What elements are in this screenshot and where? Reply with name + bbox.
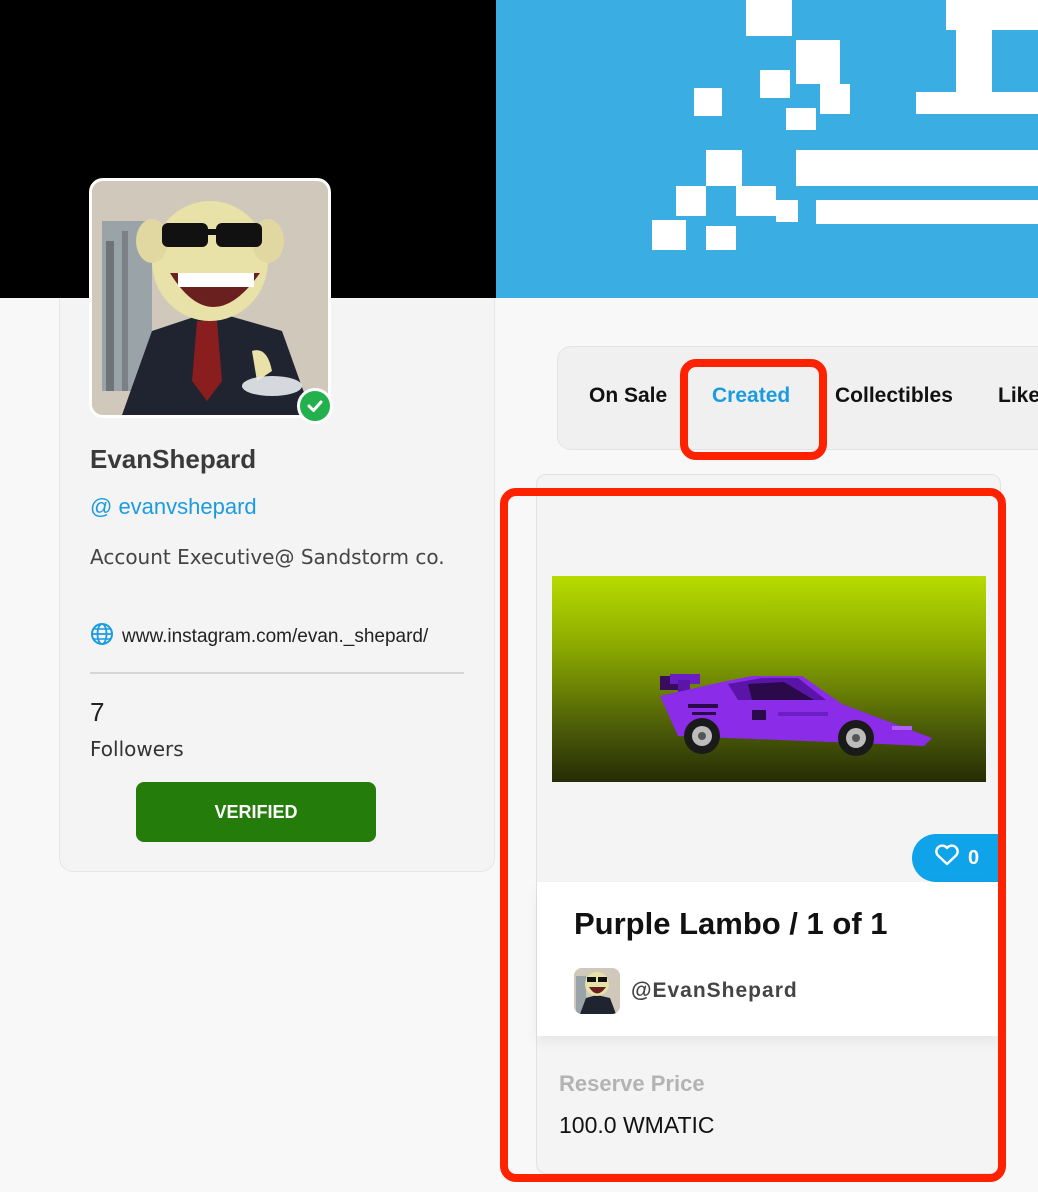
profile-bio: Account Executive@ Sandstorm co. — [90, 545, 445, 569]
followers-label: Followers — [90, 737, 184, 761]
verified-button[interactable]: VERIFIED — [136, 782, 376, 842]
profile-divider — [90, 672, 464, 674]
nft-card-highlight — [500, 488, 1006, 1182]
created-tab-highlight — [680, 359, 827, 460]
followers-count: 7 — [90, 697, 105, 727]
profile-avatar — [89, 178, 331, 418]
verified-check-icon — [297, 388, 333, 424]
tab-collectibles[interactable]: Collectibles — [835, 384, 953, 408]
tab-on-sale[interactable]: On Sale — [589, 384, 667, 408]
tab-liked[interactable]: Like — [998, 384, 1038, 408]
profile-website-link[interactable]: www.instagram.com/evan._shepard/ — [90, 622, 428, 651]
globe-icon — [90, 622, 114, 651]
profile-name: EvanShepard — [90, 444, 257, 474]
profile-website-text: www.instagram.com/evan._shepard/ — [122, 625, 429, 647]
profile-handle-link[interactable]: @ evanvshepard — [90, 494, 257, 520]
profile-banner-image — [496, 0, 1038, 298]
